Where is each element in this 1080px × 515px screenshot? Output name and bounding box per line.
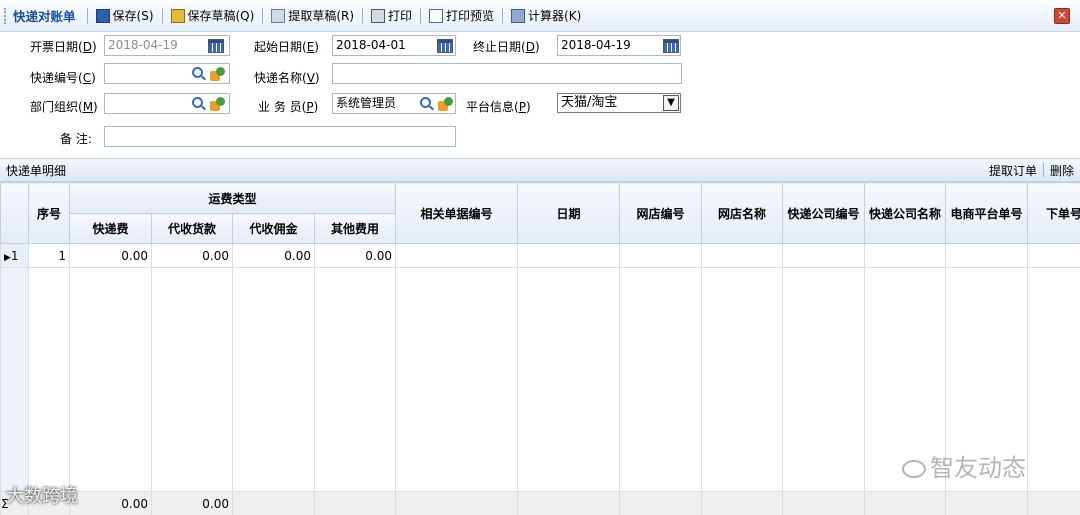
- watermark-brand-secondary: 大数跨境: [6, 486, 78, 507]
- cell-company-name[interactable]: [864, 243, 947, 268]
- column-header-cod[interactable]: 代收货款: [151, 213, 233, 244]
- cell-date[interactable]: [517, 243, 621, 268]
- fetch-order-button[interactable]: 提取订单: [983, 162, 1043, 179]
- cell-shop-name[interactable]: [701, 243, 784, 268]
- calculator-icon: [511, 8, 526, 23]
- separator: [420, 7, 422, 24]
- express-name-label: 快递名称(V): [254, 71, 320, 85]
- separator: [161, 7, 163, 24]
- wechat-icon: [902, 460, 926, 478]
- platform-select[interactable]: 天猫/淘宝 ▼: [557, 93, 681, 113]
- start-date-label: 起始日期(E): [254, 40, 319, 54]
- invoice-date-label: 开票日期(D): [30, 40, 97, 54]
- column-header-related-no[interactable]: 相关单据编号: [395, 182, 519, 244]
- watermark-brand: 智友动态: [902, 448, 1026, 483]
- totals-row: Σ 0.00 0.00: [0, 491, 1080, 515]
- remark-field[interactable]: [104, 126, 456, 147]
- save-draft-button[interactable]: 保存草稿(Q): [166, 5, 260, 27]
- header-form: 开票日期(D) 2018-04-19 起始日期(E) 2018-04-01 终止…: [0, 32, 1080, 158]
- delete-button[interactable]: 删除: [1044, 162, 1080, 179]
- toolbar: 快递对账单 保存(S) 保存草稿(Q) 提取草稿(R) 打印 打印预览 计算器(…: [0, 0, 1080, 32]
- calculator-button-label: 计算器(K): [528, 9, 582, 23]
- express-name-field[interactable]: [332, 63, 682, 84]
- row-indicator-number: 1: [10, 248, 19, 263]
- search-icon[interactable]: [192, 97, 203, 108]
- column-header-express-fee[interactable]: 快递费: [69, 213, 152, 244]
- search-icon[interactable]: [192, 67, 203, 78]
- end-date-label: 终止日期(D): [473, 40, 540, 54]
- table-row[interactable]: ▶1 1 0.00 0.00 0.00 0.00: [0, 243, 1080, 268]
- cell-other-fee[interactable]: 0.00: [313, 243, 397, 268]
- calendar-icon[interactable]: [208, 39, 224, 53]
- get-draft-button[interactable]: 提取草稿(R): [266, 5, 359, 27]
- column-group-freight-type: 运费类型: [68, 182, 397, 214]
- column-header-shop-name[interactable]: 网店名称: [701, 182, 784, 244]
- total-cod: 0.00: [151, 491, 233, 515]
- total-express-fee: 0.00: [69, 491, 152, 515]
- clerk-label: 业 务 员(P): [258, 100, 319, 114]
- cell-commission[interactable]: 0.00: [232, 243, 315, 268]
- cell-cod[interactable]: 0.00: [151, 243, 233, 268]
- row-indicator-header: [0, 182, 29, 244]
- separator: [262, 7, 264, 24]
- cell-related-no[interactable]: [395, 243, 519, 268]
- save-button[interactable]: 保存(S): [91, 5, 159, 27]
- lookup-icon[interactable]: [210, 67, 225, 81]
- detail-title: 快递单明细: [6, 163, 67, 178]
- cell-seq[interactable]: 1: [28, 243, 70, 268]
- platform-select-value: 天猫/淘宝: [561, 95, 618, 110]
- column-header-company-name[interactable]: 快递公司名称: [864, 182, 947, 244]
- window-title: 快递对账单: [13, 9, 76, 24]
- draft-save-icon: [170, 8, 185, 23]
- column-header-seq[interactable]: 序号: [28, 182, 70, 244]
- column-header-date[interactable]: 日期: [517, 182, 621, 244]
- lookup-icon[interactable]: [210, 97, 225, 111]
- print-preview-button-label: 打印预览: [446, 9, 495, 23]
- printer-icon: [371, 8, 386, 23]
- floppy-disk-icon: [95, 8, 110, 23]
- toolbar-grip[interactable]: [4, 7, 7, 24]
- save-button-label: 保存(S): [112, 9, 154, 23]
- print-button-label: 打印: [388, 9, 413, 23]
- folder-open-icon: [271, 8, 286, 23]
- remark-label: 备 注:: [60, 132, 92, 146]
- lookup-icon[interactable]: [438, 97, 453, 111]
- dept-label: 部门组织(M): [30, 100, 98, 114]
- column-header-other-fee[interactable]: 其他费用: [313, 213, 397, 244]
- print-preview-icon: [429, 8, 444, 23]
- cell-company-no[interactable]: [782, 243, 866, 268]
- separator: [502, 7, 504, 24]
- print-preview-button[interactable]: 打印预览: [424, 5, 499, 27]
- row-indicator[interactable]: ▶1: [0, 243, 29, 268]
- separator: [86, 7, 88, 24]
- calculator-button[interactable]: 计算器(K): [506, 5, 586, 27]
- row-pointer-icon: ▶: [4, 252, 11, 263]
- calendar-icon[interactable]: [437, 39, 453, 53]
- cell-order-no[interactable]: [1027, 243, 1080, 268]
- search-icon[interactable]: [420, 97, 431, 108]
- cell-shop-no[interactable]: [619, 243, 703, 268]
- detail-section-header: 快递单明细 提取订单 删除: [0, 158, 1080, 182]
- calendar-icon[interactable]: [663, 39, 679, 53]
- cell-express-fee[interactable]: 0.00: [69, 243, 152, 268]
- column-header-company-no[interactable]: 快递公司编号: [782, 182, 866, 244]
- chevron-down-icon[interactable]: ▼: [663, 95, 679, 111]
- column-header-shop-no[interactable]: 网店编号: [619, 182, 703, 244]
- cell-platform-no[interactable]: [945, 243, 1029, 268]
- column-header-commission[interactable]: 代收佣金: [232, 213, 315, 244]
- print-button[interactable]: 打印: [366, 5, 417, 27]
- column-header-order-no[interactable]: 下单号: [1027, 182, 1080, 244]
- express-no-label: 快递编号(C): [30, 71, 96, 85]
- platform-label: 平台信息(P): [466, 100, 531, 114]
- get-draft-button-label: 提取草稿(R): [288, 9, 355, 23]
- close-icon[interactable]: ✕: [1054, 8, 1070, 24]
- save-draft-button-label: 保存草稿(Q): [187, 9, 255, 23]
- separator: [362, 7, 364, 24]
- column-header-platform-no[interactable]: 电商平台单号: [945, 182, 1029, 244]
